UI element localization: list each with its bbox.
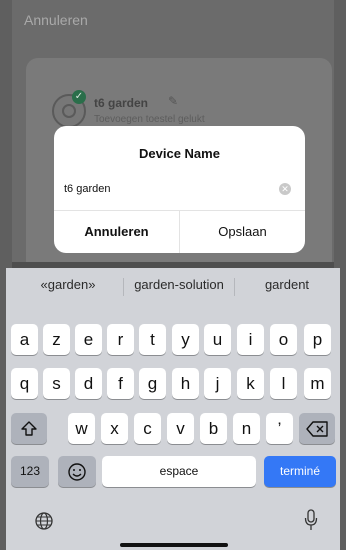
microphone-icon[interactable]	[304, 509, 318, 531]
suggestion-bar: «garden» garden-solution gardent	[6, 268, 340, 304]
key-s[interactable]: s	[43, 368, 70, 399]
key-d[interactable]: d	[75, 368, 102, 399]
device-name-value: t6 garden	[64, 183, 111, 195]
key-c[interactable]: c	[134, 413, 161, 444]
globe-icon[interactable]	[34, 511, 54, 531]
dialog-title: Device Name	[139, 146, 220, 161]
suggestion-2[interactable]: garden-solution	[124, 277, 234, 292]
cancel-button[interactable]: Annuleren	[54, 211, 179, 253]
key-k[interactable]: k	[237, 368, 264, 399]
emoji-icon	[68, 463, 86, 481]
suggestion-1[interactable]: «garden»	[10, 277, 126, 292]
success-check-icon: ✓	[72, 90, 86, 104]
key-e[interactable]: e	[75, 324, 102, 355]
shift-key[interactable]	[11, 413, 47, 444]
space-key[interactable]: espace	[102, 456, 256, 487]
key-t[interactable]: t	[139, 324, 166, 355]
device-name-input[interactable]: t6 garden ✕	[64, 178, 295, 200]
key-n[interactable]: n	[233, 413, 260, 444]
key-i[interactable]: i	[237, 324, 264, 355]
edit-pencil-icon[interactable]: ✎	[168, 94, 178, 108]
screen-frame: Annuleren ✓ t6 garden ✎ Toevoegen toeste…	[0, 0, 346, 550]
done-key[interactable]: terminé	[264, 456, 336, 487]
key-p[interactable]: p	[304, 324, 331, 355]
key-b[interactable]: b	[200, 413, 227, 444]
suggestion-3[interactable]: gardent	[235, 277, 339, 292]
key-z[interactable]: z	[43, 324, 70, 355]
key-a[interactable]: a	[11, 324, 38, 355]
top-cancel-link[interactable]: Annuleren	[24, 12, 88, 28]
device-name-dialog: Device Name t6 garden ✕ Annuleren Opslaa…	[54, 126, 305, 253]
save-button[interactable]: Opslaan	[180, 211, 305, 253]
key-o[interactable]: o	[270, 324, 297, 355]
key-g[interactable]: g	[139, 368, 166, 399]
key-l[interactable]: l	[270, 368, 297, 399]
clear-input-icon[interactable]: ✕	[279, 183, 291, 195]
key-u[interactable]: u	[204, 324, 231, 355]
key-f[interactable]: f	[107, 368, 134, 399]
key-j[interactable]: j	[204, 368, 231, 399]
keyboard: «garden» garden-solution gardent a z e r…	[6, 268, 340, 550]
home-indicator	[120, 543, 228, 547]
key-apostrophe[interactable]: ’	[266, 413, 293, 444]
key-w[interactable]: w	[68, 413, 95, 444]
key-r[interactable]: r	[107, 324, 134, 355]
emoji-key[interactable]	[58, 456, 96, 487]
key-v[interactable]: v	[167, 413, 194, 444]
backspace-key[interactable]	[299, 413, 335, 444]
shift-icon	[21, 421, 37, 436]
key-y[interactable]: y	[172, 324, 199, 355]
numbers-key[interactable]: 123	[11, 456, 49, 487]
device-title: t6 garden	[94, 96, 149, 110]
key-m[interactable]: m	[304, 368, 331, 399]
key-x[interactable]: x	[101, 413, 128, 444]
backspace-icon	[306, 421, 328, 437]
key-q[interactable]: q	[11, 368, 38, 399]
device-subtitle: Toevoegen toestel gelukt	[94, 114, 205, 125]
key-h[interactable]: h	[172, 368, 199, 399]
